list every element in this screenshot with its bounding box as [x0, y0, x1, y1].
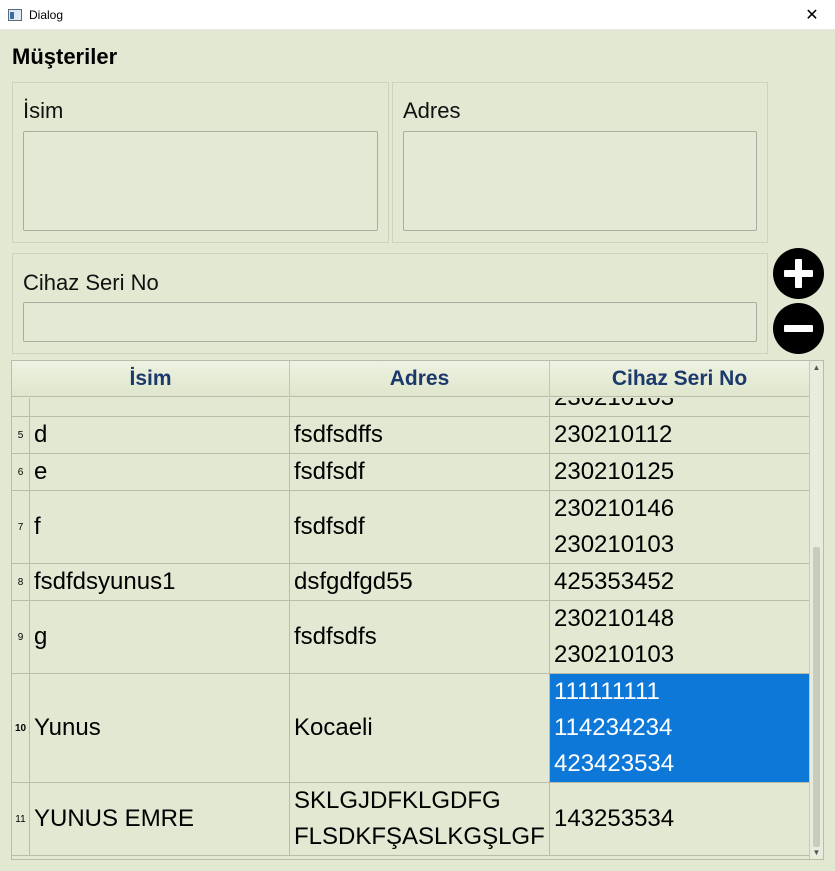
cell-address[interactable]: fsdfsdf — [290, 491, 550, 563]
row-number[interactable]: 11 — [12, 783, 30, 855]
close-button[interactable]: ✕ — [789, 0, 835, 30]
cell-name[interactable] — [30, 398, 290, 416]
serial-line: 111111111 — [554, 678, 660, 705]
title-bar: Dialog ✕ — [0, 0, 835, 30]
cell-address[interactable] — [290, 398, 550, 416]
table-row[interactable]: 6 e fsdfsdf 230210125 — [12, 454, 809, 491]
serial-line: 143253534 — [554, 805, 675, 832]
scroll-down-icon[interactable]: ▼ — [812, 848, 821, 857]
table-header: İsim Adres Cihaz Seri No — [12, 361, 809, 397]
scroll-thumb[interactable] — [813, 547, 820, 847]
serial-line: 230210103 — [554, 398, 809, 416]
header-serial[interactable]: Cihaz Seri No — [550, 361, 809, 397]
table-rows: 2302101035dfsdfsdffs2302101126efsdfsdf23… — [12, 398, 809, 856]
cell-name[interactable]: YUNUS EMRE — [30, 783, 290, 855]
serial-line: 114234234 — [554, 714, 673, 741]
header-name[interactable]: İsim — [12, 361, 290, 397]
address-label: Adres — [403, 98, 461, 123]
customers-table[interactable]: İsim Adres Cihaz Seri No 2302101035dfsdf… — [11, 360, 824, 860]
serial-line: 230210103 — [554, 641, 675, 668]
cell-serial[interactable]: 230210103 — [550, 398, 809, 416]
serial-line: 230210148 — [554, 605, 675, 632]
address-line: SKLGJDFKLGDFG — [294, 787, 501, 814]
serial-line: 230210103 — [554, 531, 675, 558]
serial-field[interactable] — [23, 302, 757, 342]
cell-name[interactable]: Yunus — [30, 674, 290, 782]
row-number[interactable]: 6 — [12, 454, 30, 490]
vertical-scrollbar[interactable]: ▲ ▼ — [809, 361, 823, 859]
cell-address[interactable]: SKLGJDFKLGDFG FLSDKFŞASLKGŞLGF — [290, 783, 550, 855]
address-group: Adres — [392, 82, 768, 243]
cell-serial[interactable]: 230210112 — [550, 417, 809, 453]
row-number[interactable]: 7 — [12, 491, 30, 563]
serial-line: 425353452 — [554, 568, 675, 595]
cell-serial[interactable]: 143253534 — [550, 783, 809, 855]
table-row[interactable]: 5 d fsdfsdffs 230210112 — [12, 417, 809, 454]
table-row[interactable]: 8 fsdfdsyunus1 dsfgdfgd55 425353452 — [12, 564, 809, 601]
cell-address[interactable]: dsfgdfgd55 — [290, 564, 550, 600]
table-row[interactable]: 9 g fsdfsdfs 230210148 230210103 — [12, 601, 809, 674]
table-row[interactable]: 7 f fsdfsdf 230210146 230210103 — [12, 491, 809, 564]
serial-label: Cihaz Seri No — [23, 270, 159, 295]
window-title: Dialog — [29, 7, 64, 22]
header-address[interactable]: Adres — [290, 361, 550, 397]
row-number[interactable]: 5 — [12, 417, 30, 453]
table-row[interactable]: 10 Yunus Kocaeli 111111111 114234234 42342353… — [12, 674, 809, 783]
scroll-up-icon[interactable]: ▲ — [812, 363, 821, 372]
cell-address[interactable]: fsdfsdf — [290, 454, 550, 490]
serial-line: 423423534 — [554, 750, 675, 777]
row-number[interactable] — [12, 398, 30, 416]
serial-line: 230210112 — [554, 421, 673, 448]
serial-group: Cihaz Seri No — [12, 253, 768, 354]
window-icon — [8, 8, 22, 21]
address-line: FLSDKFŞASLKGŞLGF — [294, 823, 545, 850]
name-label: İsim — [23, 98, 64, 123]
cell-serial[interactable]: 230210125 — [550, 454, 809, 490]
serial-line: 230210146 — [554, 495, 675, 522]
cell-serial[interactable]: 111111111 114234234 423423534 — [550, 674, 809, 782]
cell-address[interactable]: fsdfsdffs — [290, 417, 550, 453]
row-number[interactable]: 10 — [12, 674, 30, 782]
table-row[interactable]: 11 YUNUS EMRE SKLGJDFKLGDFG FLSDKFŞASLKGŞLG… — [12, 783, 809, 856]
cell-name[interactable]: f — [30, 491, 290, 563]
cell-name[interactable]: fsdfdsyunus1 — [30, 564, 290, 600]
table-body: 2302101035dfsdfsdffs2302101126efsdfsdf23… — [12, 398, 809, 859]
row-number[interactable]: 9 — [12, 601, 30, 673]
cell-address[interactable]: Kocaeli — [290, 674, 550, 782]
cell-address[interactable]: fsdfsdfs — [290, 601, 550, 673]
row-number[interactable]: 8 — [12, 564, 30, 600]
cell-serial[interactable]: 230210146 230210103 — [550, 491, 809, 563]
cell-name[interactable]: d — [30, 417, 290, 453]
address-field[interactable] — [403, 131, 757, 231]
name-group: İsim — [12, 82, 389, 243]
cell-name[interactable]: g — [30, 601, 290, 673]
table-row[interactable]: 230210103 — [12, 398, 809, 417]
add-button[interactable] — [773, 248, 824, 299]
cell-serial[interactable]: 230210148 230210103 — [550, 601, 809, 673]
serial-line: 230210125 — [554, 458, 675, 485]
cell-name[interactable]: e — [30, 454, 290, 490]
page-title: Müşteriler — [12, 44, 118, 69]
cell-serial[interactable]: 425353452 — [550, 564, 809, 600]
remove-button[interactable] — [773, 303, 824, 354]
name-field[interactable] — [23, 131, 378, 231]
